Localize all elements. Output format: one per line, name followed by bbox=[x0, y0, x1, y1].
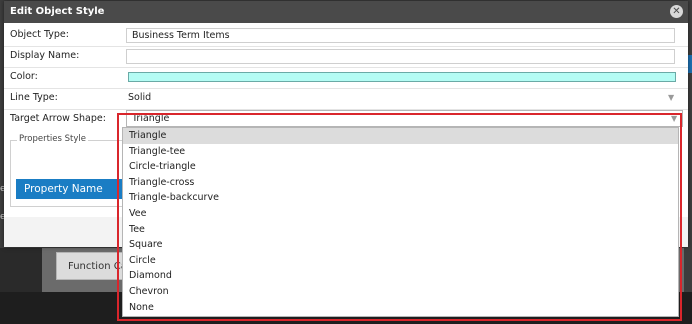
display-name-input[interactable] bbox=[126, 49, 675, 64]
dialog-titlebar: Edit Object Style ✕ bbox=[4, 1, 688, 23]
display-name-label: Display Name: bbox=[10, 50, 80, 61]
dropdown-option[interactable]: Circle bbox=[123, 253, 678, 269]
line-type-label: Line Type: bbox=[10, 92, 58, 103]
dropdown-option[interactable]: None bbox=[123, 300, 678, 316]
dropdown-option[interactable]: Diamond bbox=[123, 268, 678, 284]
close-icon[interactable]: ✕ bbox=[670, 5, 683, 18]
object-type-field[interactable]: Business Term Items bbox=[126, 28, 675, 43]
function-calls-button[interactable]: Function Calls bbox=[56, 252, 126, 280]
dropdown-option[interactable]: Tee bbox=[123, 222, 678, 238]
target-arrow-shape-value: Triangle bbox=[132, 113, 170, 124]
dialog-title: Edit Object Style bbox=[10, 6, 105, 17]
target-arrow-shape-select[interactable]: Triangle ▼ bbox=[126, 110, 683, 127]
chevron-down-icon[interactable]: ▼ bbox=[668, 93, 674, 102]
line-type-select[interactable]: Solid bbox=[128, 92, 151, 103]
dropdown-option[interactable]: Triangle-backcurve bbox=[123, 190, 678, 206]
target-arrow-shape-dropdown: Triangle Triangle-tee Circle-triangle Trian… bbox=[122, 127, 679, 317]
target-arrow-shape-label: Target Arrow Shape: bbox=[10, 113, 106, 124]
dropdown-option[interactable]: Vee bbox=[123, 206, 678, 222]
object-type-row: Object Type: Business Term Items bbox=[4, 25, 688, 47]
color-row: Color: bbox=[4, 67, 688, 89]
dropdown-option[interactable]: Chevron bbox=[123, 284, 678, 300]
dropdown-option[interactable]: Square bbox=[123, 237, 678, 253]
color-label: Color: bbox=[10, 71, 38, 82]
line-type-row: Line Type: Solid ▼ bbox=[4, 88, 688, 110]
background-left-panel bbox=[0, 248, 42, 292]
color-swatch[interactable] bbox=[128, 72, 676, 82]
chevron-down-icon[interactable]: ▼ bbox=[671, 114, 677, 123]
dropdown-option[interactable]: Circle-triangle bbox=[123, 159, 678, 175]
object-type-label: Object Type: bbox=[10, 29, 69, 40]
property-name-button[interactable]: Property Name bbox=[16, 179, 126, 199]
display-name-row: Display Name: bbox=[4, 46, 688, 68]
dropdown-option[interactable]: Triangle-tee bbox=[123, 144, 678, 160]
dropdown-option[interactable]: Triangle bbox=[123, 128, 678, 144]
dropdown-option[interactable]: Triangle-cross bbox=[123, 175, 678, 191]
properties-style-legend: Properties Style bbox=[17, 134, 89, 144]
